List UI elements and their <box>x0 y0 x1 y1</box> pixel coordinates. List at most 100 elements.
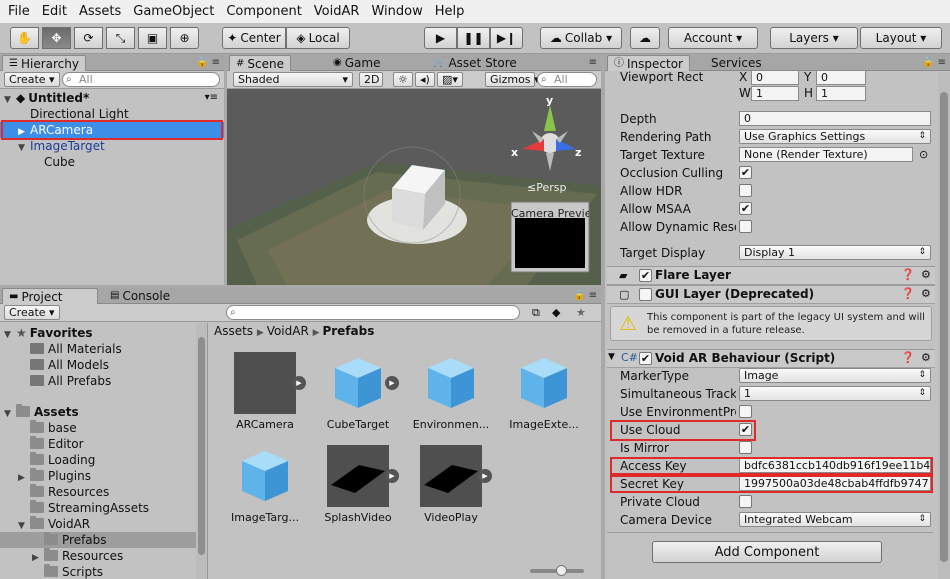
asset-imagetarget[interactable]: ImageTarg... <box>225 445 305 524</box>
cloud-services-button[interactable]: ☁ <box>630 27 660 49</box>
tab-services[interactable]: Services <box>705 55 768 71</box>
folder-tree-scroll-thumb[interactable] <box>198 337 205 555</box>
flare-layer-header[interactable]: ▰ ✔ Flare Layer ❓ ⚙ <box>607 266 935 285</box>
void-ar-behaviour-header[interactable]: ▼ C# ✔ Void AR Behaviour (Script) ❓ ⚙ <box>607 349 935 368</box>
folder-base[interactable]: base <box>0 420 207 436</box>
menu-file[interactable]: File <box>2 0 36 23</box>
project-create-button[interactable]: Create ▾ <box>4 305 60 320</box>
hierarchy-create-button[interactable]: Create ▾ <box>4 72 60 87</box>
hand-tool-button[interactable]: ✋ <box>10 27 39 49</box>
help-icon[interactable]: ❓ <box>901 268 915 281</box>
asset-cubetarget[interactable]: ▶ CubeTarget <box>318 352 399 431</box>
breadcrumb-prefabs[interactable]: Prefabs <box>322 324 374 338</box>
menu-voidar[interactable]: VoidAR <box>308 0 366 23</box>
object-picker-icon[interactable]: ⊙ <box>919 148 928 161</box>
pivot-center-button[interactable]: ✦ Center <box>222 27 286 49</box>
asset-arcamera[interactable]: ▶ ARCamera <box>225 352 306 431</box>
component-settings-icon[interactable]: ⚙ <box>921 287 931 300</box>
camera-device-dropdown[interactable]: Integrated Webcam ⇕ <box>739 512 931 527</box>
allow-dynamic-resolution-checkbox[interactable] <box>739 220 752 233</box>
private-cloud-checkbox[interactable] <box>739 495 752 508</box>
folder-loading[interactable]: Loading <box>0 452 207 468</box>
transform-tool-button[interactable]: ⊕ <box>170 27 199 49</box>
hierarchy-item-imagetarget[interactable]: ▼ ImageTarget <box>0 138 224 154</box>
tab-console[interactable]: ▤ Console <box>104 288 176 304</box>
menu-gameobject[interactable]: GameObject <box>127 0 220 23</box>
scene-menu-icon[interactable]: ▾≡ <box>205 90 218 106</box>
project-search-input[interactable]: ⌕ <box>226 305 520 320</box>
tab-asset-store[interactable]: 🛒 Asset Store <box>427 55 523 71</box>
pause-button[interactable]: ❚❚ <box>457 27 490 49</box>
menu-window[interactable]: Window <box>365 0 428 23</box>
step-button[interactable]: ▶❙ <box>490 27 523 49</box>
audio-toggle[interactable]: ◂) <box>415 72 435 87</box>
component-settings-icon[interactable]: ⚙ <box>921 351 931 364</box>
folder-editor[interactable]: Editor <box>0 436 207 452</box>
folder-plugins[interactable]: ▶ Plugins <box>0 468 207 484</box>
inspector-scroll-thumb[interactable] <box>940 92 948 562</box>
tab-game[interactable]: ◉ Game <box>327 55 386 71</box>
asset-imageextend[interactable]: ImageExte... <box>504 352 584 431</box>
breadcrumb-voidar[interactable]: VoidAR <box>267 324 309 338</box>
viewport-w-field[interactable]: 1 <box>751 86 799 101</box>
asset-videoplay[interactable]: ▶ VideoPlay <box>411 445 492 524</box>
tab-hierarchy[interactable]: ☰ Hierarchy <box>2 55 86 71</box>
breadcrumb-assets[interactable]: Assets <box>214 324 253 338</box>
depth-field[interactable]: 0 <box>739 111 931 126</box>
hierarchy-search-input[interactable]: ⌕ All <box>62 72 220 87</box>
scene-panel-menu-icon[interactable]: ≡ <box>589 55 597 71</box>
menu-component[interactable]: Component <box>220 0 307 23</box>
thumbnail-size-slider-handle[interactable] <box>556 565 567 576</box>
scale-tool-button[interactable]: ⤡ <box>106 27 135 49</box>
tab-scene[interactable]: # Scene <box>229 55 291 71</box>
folder-scripts[interactable]: Scripts <box>0 564 207 579</box>
gizmos-dropdown[interactable]: Gizmos ▾ <box>485 72 540 87</box>
rect-tool-button[interactable]: ▣ <box>138 27 167 49</box>
folder-tree-scrollbar[interactable] <box>196 323 207 579</box>
target-texture-field[interactable]: None (Render Texture) <box>739 147 913 162</box>
layout-button[interactable]: Layout ▾ <box>860 27 942 49</box>
pivot-local-button[interactable]: ◈ Local <box>286 27 350 49</box>
target-display-dropdown[interactable]: Display 1 ⇕ <box>739 245 931 260</box>
occlusion-culling-checkbox[interactable]: ✔ <box>739 166 752 179</box>
scene-search-input[interactable]: ⌕ All <box>537 72 597 87</box>
scene-row[interactable]: ▼ ◆ Untitled* ▾≡ <box>0 90 224 106</box>
folder-voidar[interactable]: ▼ VoidAR <box>0 516 207 532</box>
filter-type-icon[interactable]: ⧉ <box>532 306 540 320</box>
component-settings-icon[interactable]: ⚙ <box>921 268 931 281</box>
viewport-x-field[interactable]: 0 <box>751 70 799 85</box>
allow-hdr-checkbox[interactable] <box>739 184 752 197</box>
assets-section[interactable]: ▼ Assets <box>0 404 207 420</box>
panel-menu-icon[interactable]: 🔒 ≡ <box>196 55 220 71</box>
collab-button[interactable]: ☁ Collab ▾ <box>540 27 622 49</box>
gui-layer-enabled-checkbox[interactable] <box>639 288 652 301</box>
project-panel-menu-icon[interactable]: 🔒 ≡ <box>573 288 597 304</box>
asset-environment[interactable]: Environmen... <box>411 352 491 431</box>
play-button[interactable]: ▶ <box>424 27 457 49</box>
layers-button[interactable]: Layers ▾ <box>770 27 858 49</box>
viewport-h-field[interactable]: 1 <box>816 86 866 101</box>
is-mirror-checkbox[interactable] <box>739 441 752 454</box>
viewport-y-field[interactable]: 0 <box>816 70 866 85</box>
marker-type-dropdown[interactable]: Image ⇕ <box>739 368 931 383</box>
expand-prefab-icon[interactable]: ▶ <box>478 469 492 483</box>
simultaneous-tracking-dropdown[interactable]: 1 ⇕ <box>739 386 931 401</box>
account-button[interactable]: Account ▾ <box>668 27 758 49</box>
folder-resources[interactable]: Resources <box>0 484 207 500</box>
shading-mode-dropdown[interactable]: Shaded ▾ <box>233 72 353 87</box>
rendering-path-dropdown[interactable]: Use Graphics Settings ⇕ <box>739 129 931 144</box>
add-component-button[interactable]: Add Component <box>652 541 882 563</box>
expand-prefab-icon[interactable]: ▶ <box>292 376 306 390</box>
rotate-tool-button[interactable]: ⟳ <box>74 27 103 49</box>
gui-layer-header[interactable]: ▢ GUI Layer (Deprecated) ❓ ⚙ <box>607 285 935 304</box>
favorite-star-icon[interactable]: ★ <box>576 306 586 319</box>
move-tool-button[interactable]: ✥ <box>42 27 71 49</box>
use-environment-checkbox[interactable] <box>739 405 752 418</box>
persp-label[interactable]: ≤Persp <box>527 181 566 194</box>
lighting-toggle[interactable]: ☼ <box>393 72 413 87</box>
inspector-panel-menu-icon[interactable]: 🔒 ≡ <box>922 55 946 71</box>
folder-voidar-resources[interactable]: ▶ Resources <box>0 548 207 564</box>
folder-streamingassets[interactable]: StreamingAssets <box>0 500 207 516</box>
filter-label-icon[interactable]: ◆ <box>552 306 560 319</box>
menu-edit[interactable]: Edit <box>36 0 73 23</box>
